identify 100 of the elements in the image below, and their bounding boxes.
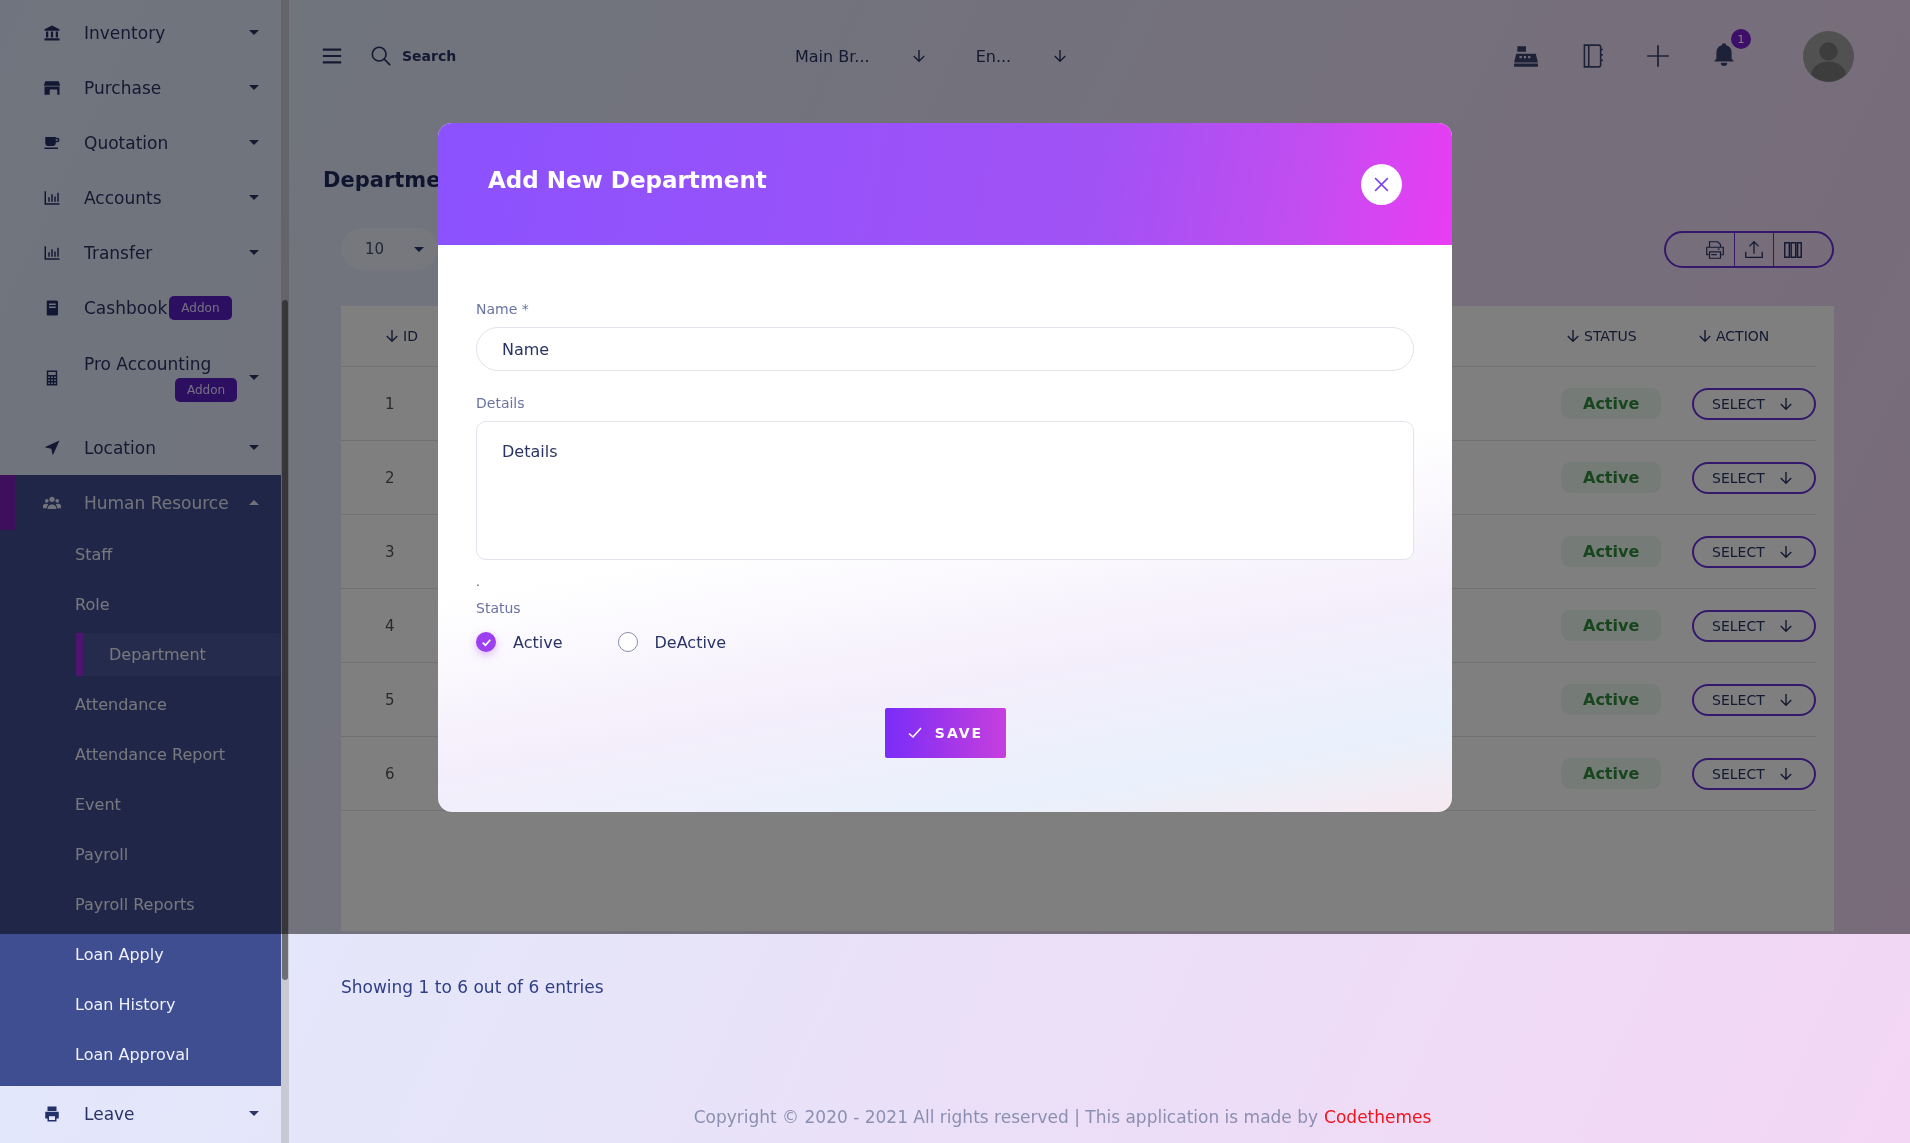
bell-icon[interactable] bbox=[1711, 41, 1737, 67]
arrow-down-icon bbox=[1778, 470, 1793, 485]
select-button[interactable]: SELECT bbox=[1692, 609, 1816, 642]
arrow-down-icon bbox=[1778, 618, 1793, 633]
plus-icon[interactable] bbox=[1645, 43, 1671, 69]
select-button[interactable]: SELECT bbox=[1692, 387, 1816, 420]
caret-down-icon bbox=[249, 30, 259, 35]
search-icon[interactable] bbox=[370, 45, 392, 67]
close-button[interactable] bbox=[1361, 163, 1402, 205]
caret-down-icon bbox=[249, 375, 259, 380]
location-arrow-icon bbox=[43, 438, 61, 457]
dropdown[interactable]: En... bbox=[975, 46, 1068, 66]
printer-icon bbox=[43, 1104, 61, 1123]
caret-up-icon bbox=[249, 500, 259, 505]
sidebar-item[interactable]: Location bbox=[0, 420, 281, 475]
arrow-down-icon bbox=[1053, 49, 1068, 63]
addon-badge: Addon bbox=[175, 377, 238, 402]
arrow-down-icon bbox=[1778, 544, 1793, 559]
sidebar-item[interactable]: Leave bbox=[0, 1086, 281, 1141]
submenu-item[interactable]: Loan Apply bbox=[0, 930, 281, 980]
table-cell-text: 6 bbox=[384, 764, 396, 783]
field-label: Status bbox=[476, 600, 522, 616]
sidebar-item[interactable]: Pro Accounting Addon bbox=[0, 335, 281, 420]
close-icon bbox=[1373, 175, 1390, 193]
status-badge: Active bbox=[1561, 610, 1662, 641]
notification-count: 1 bbox=[1731, 29, 1751, 49]
caret-down-icon bbox=[249, 250, 259, 255]
sidebar-item[interactable]: Purchase bbox=[0, 60, 281, 115]
sidebar-item-label: Transfer bbox=[84, 242, 153, 263]
caret-down-icon bbox=[249, 85, 259, 90]
sidebar-item-label: Quotation bbox=[84, 132, 169, 153]
radio-label: DeActive bbox=[654, 632, 727, 652]
submenu-item[interactable]: Event bbox=[0, 780, 281, 830]
arrow-down-icon bbox=[1778, 692, 1793, 707]
details-input-field[interactable]: Details bbox=[476, 421, 1414, 560]
submenu-item[interactable]: Attendance Report bbox=[0, 730, 281, 780]
check-icon bbox=[906, 725, 923, 741]
radio-unchecked[interactable] bbox=[617, 632, 638, 652]
store-icon bbox=[43, 78, 61, 97]
sidebar-item-label: Location bbox=[84, 437, 156, 458]
sidebar-item-label: Purchase bbox=[84, 77, 162, 98]
submenu-item[interactable]: Role bbox=[0, 580, 281, 630]
sidebar-item-label: Accounts bbox=[84, 187, 162, 208]
sidebar-item[interactable]: Transfer bbox=[0, 225, 281, 280]
status-badge: Active bbox=[1561, 388, 1662, 419]
sidebar-item[interactable]: Human Resource bbox=[0, 475, 281, 530]
sidebar-item-label: Leave bbox=[84, 1103, 135, 1124]
save-button[interactable]: SAVE bbox=[884, 708, 1006, 758]
column-header[interactable]: STATUS bbox=[1526, 328, 1666, 344]
sidebar-item[interactable]: Inventory bbox=[0, 5, 281, 60]
select-button[interactable]: SELECT bbox=[1692, 535, 1816, 568]
sidebar-item-label: Human Resource bbox=[84, 492, 229, 513]
submenu-item[interactable]: Loan Approval bbox=[0, 1030, 281, 1080]
dot-text: . bbox=[476, 576, 481, 588]
copyright-text: Copyright © 2020 - 2021 All rights reserved | This application is made by bbox=[693, 1107, 1319, 1127]
select-button[interactable]: SELECT bbox=[1692, 757, 1816, 790]
table-cell-text: 5 bbox=[384, 690, 396, 709]
sidebar-item[interactable]: Quotation bbox=[0, 115, 281, 170]
search-field[interactable]: Search bbox=[402, 44, 512, 68]
submenu-item[interactable]: Attendance bbox=[0, 680, 281, 730]
table-cell-text: 3 bbox=[384, 542, 396, 561]
status-badge: Active bbox=[1561, 758, 1662, 789]
sidebar-item-label: Cashbook bbox=[84, 297, 168, 318]
select-button[interactable]: SELECT bbox=[1692, 683, 1816, 716]
status-badge: Active bbox=[1561, 462, 1662, 493]
table-cell-text: 2 bbox=[384, 468, 396, 487]
addon-badge: Addon bbox=[169, 295, 232, 320]
arrow-down-icon bbox=[1778, 766, 1793, 781]
radio-label: Active bbox=[513, 632, 563, 652]
submenu-item[interactable]: Department bbox=[76, 633, 281, 676]
select-button[interactable]: SELECT bbox=[1692, 461, 1816, 494]
sort-arrow-icon bbox=[385, 329, 399, 343]
status-badge: Active bbox=[1561, 536, 1662, 567]
modal-title: Add New Department bbox=[488, 167, 767, 193]
table-cell-text: 4 bbox=[384, 616, 396, 635]
footer-link[interactable]: Codethemes bbox=[1324, 1107, 1432, 1127]
caret-down-icon bbox=[414, 246, 424, 252]
sidebar-item-label: Inventory bbox=[84, 22, 166, 43]
scrollbar-thumb[interactable] bbox=[282, 300, 288, 980]
radio-checked[interactable] bbox=[476, 632, 496, 652]
cash-register-icon[interactable] bbox=[1513, 43, 1539, 69]
menu-icon[interactable] bbox=[321, 45, 343, 67]
sidebar-item[interactable]: Cashbook Addon bbox=[0, 280, 281, 335]
sidebar-item-label: Pro Accounting bbox=[84, 353, 212, 374]
avatar-icon[interactable] bbox=[1803, 30, 1854, 82]
entries-summary: Showing 1 to 6 out of 6 entries bbox=[341, 977, 605, 997]
sidebar-item[interactable]: Accounts bbox=[0, 170, 281, 225]
submenu-item[interactable]: Loan History bbox=[0, 980, 281, 1030]
submenu-item[interactable]: Payroll bbox=[0, 830, 281, 880]
name-input-field[interactable]: Name bbox=[476, 327, 1414, 371]
submenu-item[interactable]: Payroll Reports bbox=[0, 880, 281, 930]
page-title: Departme bbox=[323, 168, 441, 194]
column-header[interactable]: ACTION bbox=[1666, 328, 1816, 344]
bar-chart-icon bbox=[43, 188, 61, 207]
dropdown-value: Main Br... bbox=[795, 46, 870, 66]
submenu-item[interactable]: Staff bbox=[0, 530, 281, 580]
page-length-select[interactable]: 10 bbox=[341, 228, 438, 270]
sort-arrow-icon bbox=[1566, 329, 1580, 343]
dropdown[interactable]: Main Br... bbox=[795, 46, 926, 66]
sort-arrow-icon bbox=[1698, 329, 1712, 343]
